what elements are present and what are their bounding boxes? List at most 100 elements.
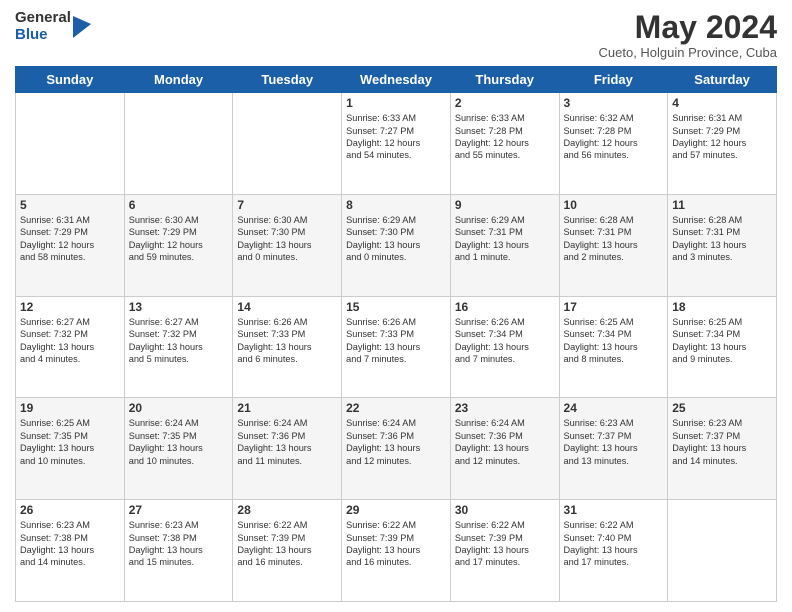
table-row: 26 Sunrise: 6:23 AMSunset: 7:38 PMDayligh… <box>16 500 125 602</box>
day-number: 16 <box>455 300 555 314</box>
day-info: Sunrise: 6:22 AMSunset: 7:39 PMDaylight:… <box>237 519 337 569</box>
day-number: 11 <box>672 198 772 212</box>
day-info: Sunrise: 6:29 AMSunset: 7:30 PMDaylight:… <box>346 214 446 264</box>
day-info: Sunrise: 6:22 AMSunset: 7:39 PMDaylight:… <box>455 519 555 569</box>
day-number: 18 <box>672 300 772 314</box>
table-row <box>124 93 233 195</box>
table-row: 3 Sunrise: 6:32 AMSunset: 7:28 PMDaylight… <box>559 93 668 195</box>
table-row: 7 Sunrise: 6:30 AMSunset: 7:30 PMDaylight… <box>233 194 342 296</box>
day-info: Sunrise: 6:26 AMSunset: 7:33 PMDaylight:… <box>237 316 337 366</box>
day-number: 10 <box>564 198 664 212</box>
day-number: 25 <box>672 401 772 415</box>
day-info: Sunrise: 6:32 AMSunset: 7:28 PMDaylight:… <box>564 112 664 162</box>
day-number: 26 <box>20 503 120 517</box>
page: General Blue May 2024 Cueto, Holguin Pro… <box>0 0 792 612</box>
day-number: 22 <box>346 401 446 415</box>
table-row <box>16 93 125 195</box>
day-number: 3 <box>564 96 664 110</box>
day-info: Sunrise: 6:27 AMSunset: 7:32 PMDaylight:… <box>129 316 229 366</box>
table-row: 9Sunrise: 6:29 AMSunset: 7:31 PMDaylight… <box>450 194 559 296</box>
table-row <box>233 93 342 195</box>
day-info: Sunrise: 6:31 AMSunset: 7:29 PMDaylight:… <box>20 214 120 264</box>
table-row <box>668 500 777 602</box>
table-row: 12 Sunrise: 6:27 AMSunset: 7:32 PMDayligh… <box>16 296 125 398</box>
day-info: Sunrise: 6:27 AMSunset: 7:32 PMDaylight:… <box>20 316 120 366</box>
day-number: 28 <box>237 503 337 517</box>
day-info: Sunrise: 6:31 AMSunset: 7:29 PMDaylight:… <box>672 112 772 162</box>
day-number: 2 <box>455 96 555 110</box>
day-number: 6 <box>129 198 229 212</box>
logo-icon <box>73 16 91 38</box>
day-number: 30 <box>455 503 555 517</box>
day-number: 15 <box>346 300 446 314</box>
location: Cueto, Holguin Province, Cuba <box>599 45 778 60</box>
table-row: 29Sunrise: 6:22 AMSunset: 7:39 PMDayligh… <box>342 500 451 602</box>
table-row: 16Sunrise: 6:26 AMSunset: 7:34 PMDayligh… <box>450 296 559 398</box>
day-number: 17 <box>564 300 664 314</box>
header-saturday: Saturday <box>668 67 777 93</box>
header-tuesday: Tuesday <box>233 67 342 93</box>
table-row: 14 Sunrise: 6:26 AMSunset: 7:33 PMDayligh… <box>233 296 342 398</box>
calendar-week-4: 19Sunrise: 6:25 AMSunset: 7:35 PMDayligh… <box>16 398 777 500</box>
table-row: 21 Sunrise: 6:24 AMSunset: 7:36 PMDayligh… <box>233 398 342 500</box>
day-number: 14 <box>237 300 337 314</box>
day-info: Sunrise: 6:23 AMSunset: 7:37 PMDaylight:… <box>672 417 772 467</box>
table-row: 20 Sunrise: 6:24 AMSunset: 7:35 PMDayligh… <box>124 398 233 500</box>
day-number: 5 <box>20 198 120 212</box>
logo-general: General <box>15 10 71 27</box>
day-number: 1 <box>346 96 446 110</box>
day-number: 9 <box>455 198 555 212</box>
header: General Blue May 2024 Cueto, Holguin Pro… <box>15 10 777 60</box>
table-row: 10 Sunrise: 6:28 AMSunset: 7:31 PMDayligh… <box>559 194 668 296</box>
table-row: 5 Sunrise: 6:31 AMSunset: 7:29 PMDaylight… <box>16 194 125 296</box>
day-info: Sunrise: 6:24 AMSunset: 7:36 PMDaylight:… <box>237 417 337 467</box>
title-section: May 2024 Cueto, Holguin Province, Cuba <box>599 10 778 60</box>
day-info: Sunrise: 6:23 AMSunset: 7:38 PMDaylight:… <box>129 519 229 569</box>
table-row: 17 Sunrise: 6:25 AMSunset: 7:34 PMDayligh… <box>559 296 668 398</box>
day-number: 23 <box>455 401 555 415</box>
logo-text: General Blue <box>15 10 71 43</box>
header-sunday: Sunday <box>16 67 125 93</box>
table-row: 13Sunrise: 6:27 AMSunset: 7:32 PMDayligh… <box>124 296 233 398</box>
calendar-table: Sunday Monday Tuesday Wednesday Thursday… <box>15 66 777 602</box>
table-row: 31 Sunrise: 6:22 AMSunset: 7:40 PMDayligh… <box>559 500 668 602</box>
table-row: 27Sunrise: 6:23 AMSunset: 7:38 PMDayligh… <box>124 500 233 602</box>
day-info: Sunrise: 6:22 AMSunset: 7:40 PMDaylight:… <box>564 519 664 569</box>
day-info: Sunrise: 6:25 AMSunset: 7:34 PMDaylight:… <box>564 316 664 366</box>
table-row: 24Sunrise: 6:23 AMSunset: 7:37 PMDayligh… <box>559 398 668 500</box>
day-number: 31 <box>564 503 664 517</box>
day-number: 12 <box>20 300 120 314</box>
day-info: Sunrise: 6:30 AMSunset: 7:29 PMDaylight:… <box>129 214 229 264</box>
table-row: 30 Sunrise: 6:22 AMSunset: 7:39 PMDayligh… <box>450 500 559 602</box>
day-info: Sunrise: 6:30 AMSunset: 7:30 PMDaylight:… <box>237 214 337 264</box>
day-info: Sunrise: 6:24 AMSunset: 7:36 PMDaylight:… <box>346 417 446 467</box>
month-title: May 2024 <box>599 10 778 45</box>
day-number: 19 <box>20 401 120 415</box>
day-number: 8 <box>346 198 446 212</box>
day-info: Sunrise: 6:26 AMSunset: 7:33 PMDaylight:… <box>346 316 446 366</box>
table-row: 1Sunrise: 6:33 AMSunset: 7:27 PMDaylight… <box>342 93 451 195</box>
calendar-week-5: 26 Sunrise: 6:23 AMSunset: 7:38 PMDayligh… <box>16 500 777 602</box>
header-monday: Monday <box>124 67 233 93</box>
day-info: Sunrise: 6:33 AMSunset: 7:28 PMDaylight:… <box>455 112 555 162</box>
table-row: 11Sunrise: 6:28 AMSunset: 7:31 PMDayligh… <box>668 194 777 296</box>
table-row: 8 Sunrise: 6:29 AMSunset: 7:30 PMDaylight… <box>342 194 451 296</box>
table-row: 18Sunrise: 6:25 AMSunset: 7:34 PMDayligh… <box>668 296 777 398</box>
day-info: Sunrise: 6:24 AMSunset: 7:36 PMDaylight:… <box>455 417 555 467</box>
day-number: 7 <box>237 198 337 212</box>
header-thursday: Thursday <box>450 67 559 93</box>
header-wednesday: Wednesday <box>342 67 451 93</box>
day-info: Sunrise: 6:23 AMSunset: 7:38 PMDaylight:… <box>20 519 120 569</box>
table-row: 22 Sunrise: 6:24 AMSunset: 7:36 PMDayligh… <box>342 398 451 500</box>
calendar-week-3: 12 Sunrise: 6:27 AMSunset: 7:32 PMDayligh… <box>16 296 777 398</box>
day-number: 20 <box>129 401 229 415</box>
day-number: 4 <box>672 96 772 110</box>
calendar-header-row: Sunday Monday Tuesday Wednesday Thursday… <box>16 67 777 93</box>
table-row: 19Sunrise: 6:25 AMSunset: 7:35 PMDayligh… <box>16 398 125 500</box>
table-row: 4 Sunrise: 6:31 AMSunset: 7:29 PMDaylight… <box>668 93 777 195</box>
table-row: 6 Sunrise: 6:30 AMSunset: 7:29 PMDaylight… <box>124 194 233 296</box>
day-info: Sunrise: 6:28 AMSunset: 7:31 PMDaylight:… <box>564 214 664 264</box>
day-number: 21 <box>237 401 337 415</box>
table-row: 15 Sunrise: 6:26 AMSunset: 7:33 PMDayligh… <box>342 296 451 398</box>
day-info: Sunrise: 6:24 AMSunset: 7:35 PMDaylight:… <box>129 417 229 467</box>
